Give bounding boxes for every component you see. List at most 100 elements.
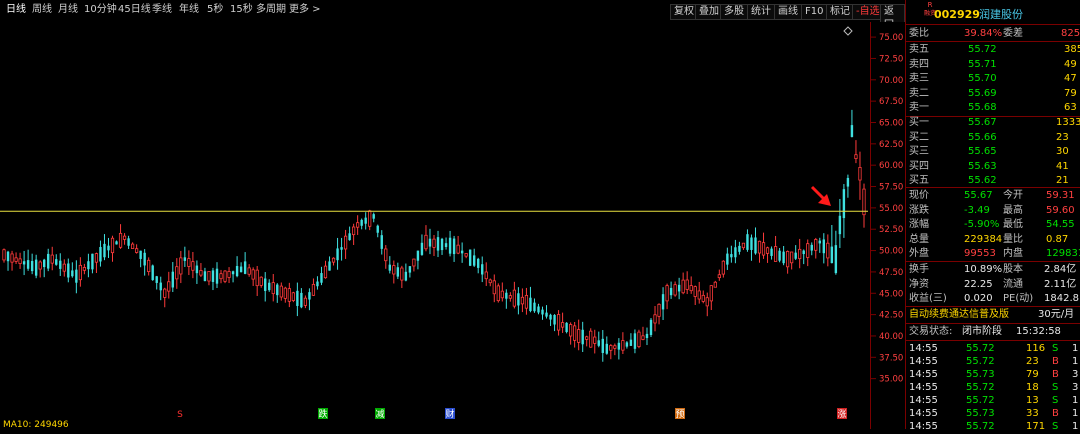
promo-banner[interactable]: 自动续费通达信普及版 30元/月 [906,307,1080,322]
more-periods-button[interactable]: 更多 > [289,3,321,17]
sell-volume: 63 [1064,102,1077,113]
candle-body [432,238,436,248]
candle-body [55,259,58,265]
candle-body [794,252,797,259]
candle-body [316,281,319,287]
stat-label: 最高 [1003,204,1023,216]
candle-body [115,241,118,245]
period-month-tab[interactable]: 月线 [58,3,78,17]
candle-body [328,261,331,271]
candle-body [601,338,604,353]
statistics-button[interactable]: 统计 [747,4,775,20]
candle-body [464,253,468,257]
candle-body [653,314,657,324]
period-multi-tab[interactable]: 多周期 [256,3,286,17]
stat-value: 99553 [964,248,996,259]
candle-body [810,244,813,251]
tick-side: S [1052,421,1059,432]
stat-value: 54.55 [1046,219,1075,230]
candle-body [91,253,94,270]
promo-price: 30元/月 [1038,309,1075,320]
ma10-label: MA10: 249496 [3,420,69,429]
candle-body [436,237,440,251]
weibi-row: 委比 39.84% 委差 825 [906,26,1080,41]
sell-level-label: 卖四 [909,58,929,70]
period-15sec-tab[interactable]: 15秒 [230,3,253,17]
candle-body [765,247,770,254]
period-5sec-tab[interactable]: 5秒 [207,3,223,17]
candle-body [556,314,561,331]
candle-body [62,263,66,272]
event-marker[interactable]: 涨 [837,409,846,420]
stock-name[interactable]: 润建股份 [979,7,1023,22]
candle-body [408,266,412,273]
period-year-tab[interactable]: 年线 [179,3,199,17]
f10-button[interactable]: F10 [801,4,828,20]
candle-body [392,265,396,275]
candle-body [396,267,400,277]
candle-body [50,254,54,264]
multi-stock-button[interactable]: 多股 [720,4,748,20]
candle-body [617,342,621,350]
candle-body [846,177,850,187]
weicha-value: 825 [1061,28,1080,39]
candle-body [155,276,158,283]
candle-body [609,345,613,351]
weibi-label: 委比 [909,28,929,39]
candle-body [235,266,239,277]
buy-price: 55.65 [968,146,997,157]
stat-value: 129831 [1046,248,1080,259]
event-marker[interactable]: 减 [375,408,384,420]
period-45day-tab[interactable]: 45日线 [118,3,151,17]
y-tick-label: 62.50 [879,140,903,150]
sell-order-row: 卖四 55.71 49 [906,57,1080,72]
candle-body [179,257,183,275]
candle-body [424,234,428,250]
promo-text[interactable]: 自动续费通达信普及版 [909,307,1009,322]
candlestick-chart[interactable]: 75.00 72.50 70.00 67.50 65.00 62.50 60.00 57.50… [0,22,905,429]
mark-button[interactable]: 标记 [826,4,854,20]
period-day-tab[interactable]: 日线 [6,3,26,17]
candle-body [693,286,697,297]
event-marker[interactable]: 跌 [318,409,327,420]
period-10min-tab[interactable]: 10分钟 [84,3,117,17]
stat-label: 外盘 [909,248,929,259]
candle-body [468,249,472,266]
y-tick-label: 67.50 [879,97,903,107]
stat-label: 今开 [1003,190,1023,201]
event-marker[interactable]: 预 [675,409,684,420]
candle-body [428,238,432,247]
candle-body [713,281,717,288]
candle-body [790,251,794,264]
draw-line-button[interactable]: 画线 [774,4,802,20]
overlay-button[interactable]: 叠加 [695,4,723,20]
period-week-tab[interactable]: 周线 [32,3,52,17]
candle-body [18,258,22,265]
event-marker[interactable]: S [177,410,183,420]
sell-level-label: 卖二 [909,87,929,99]
candle-body [151,265,154,281]
candle-body [440,238,444,251]
candle-body [661,294,665,310]
candle-body [701,294,705,302]
stat-label: 涨跌 [909,204,929,216]
candle-body [560,322,565,328]
candle-body [524,295,529,309]
candle-body [858,167,862,181]
candle-body [738,245,741,252]
adjust-button[interactable]: 复权 [670,4,698,20]
sell-volume: 79 [1064,87,1077,99]
event-marker[interactable]: 财 [445,408,454,420]
candle-body [118,232,123,248]
candle-body [549,314,552,320]
candle-body [621,340,625,351]
candle-body [746,234,749,250]
info-value: 0.020 [964,293,993,304]
candle-body [323,265,328,279]
add-watchlist-button[interactable]: -自选 [852,4,884,20]
period-season-tab[interactable]: 季线 [152,3,172,17]
candle-body [171,271,174,288]
sell-volume: 49 [1064,58,1077,70]
stat-label: 最低 [1003,219,1023,230]
candle-body [553,314,556,325]
